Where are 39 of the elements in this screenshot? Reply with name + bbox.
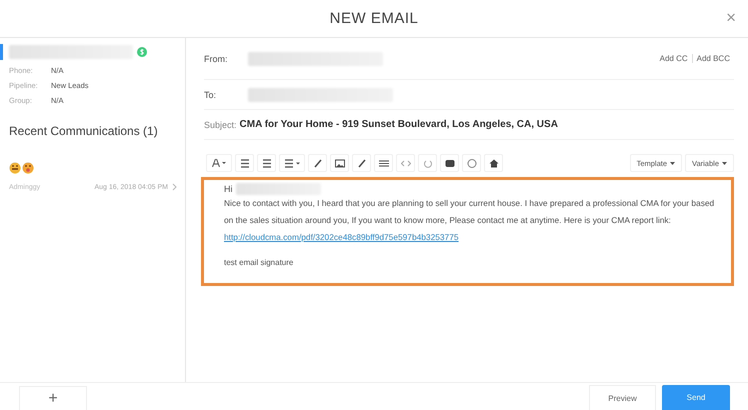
align-tool-button[interactable] [279, 154, 305, 172]
align-icon [284, 158, 300, 168]
to-label: To: [204, 90, 218, 100]
undo-icon [422, 158, 432, 168]
subject-field[interactable]: CMA for Your Home - 919 Sunset Boulevard, Los Angeles, CA, USA [240, 119, 558, 130]
emoji-drawing [9, 162, 35, 174]
window-title: NEW EMAIL [330, 10, 418, 27]
send-button[interactable]: Send [662, 385, 730, 410]
from-label: From: [204, 54, 228, 64]
message-editor[interactable] [201, 177, 734, 286]
subject-label: Subject: [204, 120, 237, 130]
message-paragraph: Nice to contact with you, I heard that you are planning to sell your current house. I have prepared a professional CMA for your based on the sales situation around you, If you want to know more, Please contact me at anytime. Here is your CMA report link: http://cloudcma.com/pdf/3202ce48c89bff9d75e597b4b3253775 [224, 197, 716, 244]
list2-tool-button[interactable] [257, 154, 276, 172]
smile-icon [466, 158, 476, 168]
video-icon [444, 158, 454, 168]
dollar-badge-icon [137, 47, 147, 57]
report-link[interactable]: http://cloudcma.com/pdf/3202ce48c89bff9d75e597b4b3253775 [224, 232, 459, 242]
font-dropdown[interactable] [206, 154, 232, 172]
divider-tool-button[interactable] [374, 154, 393, 172]
add-button[interactable]: + [19, 386, 87, 410]
code-icon [400, 158, 410, 168]
add-cc-link[interactable]: Add CC [656, 54, 692, 63]
font-icon [212, 159, 226, 167]
list-icon [262, 158, 272, 168]
caret-icon [722, 162, 727, 164]
greeting-text: Hi [224, 184, 232, 194]
add-bcc-link[interactable]: Add BCC [692, 54, 734, 63]
image-icon [334, 158, 344, 168]
home-tool-button[interactable] [484, 154, 503, 172]
list-icon [240, 158, 250, 168]
image-tool-button[interactable] [330, 154, 349, 172]
home-icon [488, 158, 498, 168]
signature-text: test email signature [224, 258, 294, 267]
preview-button[interactable]: Preview [589, 385, 656, 410]
horizontal-rule-icon [378, 158, 388, 168]
caret-icon [670, 162, 676, 164]
selection-marker [0, 44, 3, 60]
list-tool-button[interactable] [235, 154, 254, 172]
section-heading: Recent Communications (1) [9, 124, 159, 138]
